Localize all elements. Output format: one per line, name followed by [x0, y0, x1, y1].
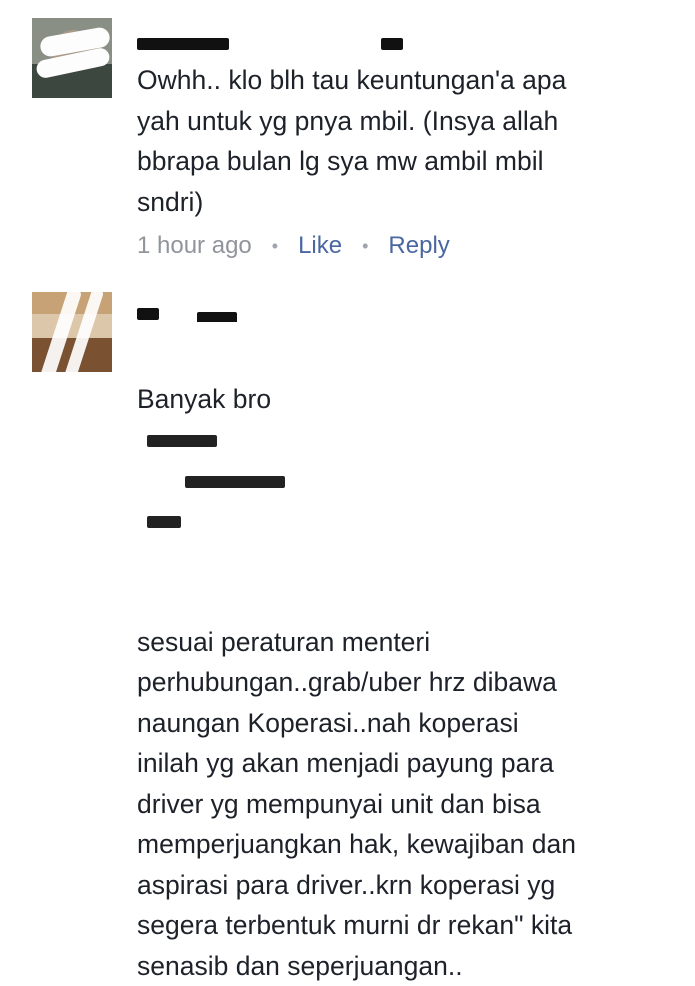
comment-text-prefix: Banyak bro	[137, 383, 272, 414]
mention-redacted[interactable]	[147, 516, 181, 528]
comment-text-body: sesuai peraturan menteri perhubungan..gr…	[137, 626, 576, 981]
commenter-name-redacted[interactable]	[137, 30, 437, 50]
comment-text: Owhh.. klo blh tau keuntungan'a apa yah …	[137, 65, 567, 217]
separator-dot: •	[271, 235, 279, 256]
separator-dot: •	[362, 235, 369, 256]
like-button[interactable]: Like	[298, 232, 342, 260]
comment-meta: 1 hour ago • Like • Reply	[137, 232, 450, 260]
commenter-name-redacted[interactable]	[137, 302, 437, 322]
reply-button[interactable]: Reply	[388, 232, 449, 260]
avatar[interactable]	[32, 292, 112, 372]
comment-text: Banyak bro sesuai peraturan menteri perh…	[137, 338, 677, 986]
comment-timestamp[interactable]: 1 hour ago	[137, 232, 252, 260]
avatar[interactable]	[32, 18, 112, 98]
mention-redacted[interactable]	[185, 475, 285, 488]
mention-redacted[interactable]	[147, 435, 217, 447]
